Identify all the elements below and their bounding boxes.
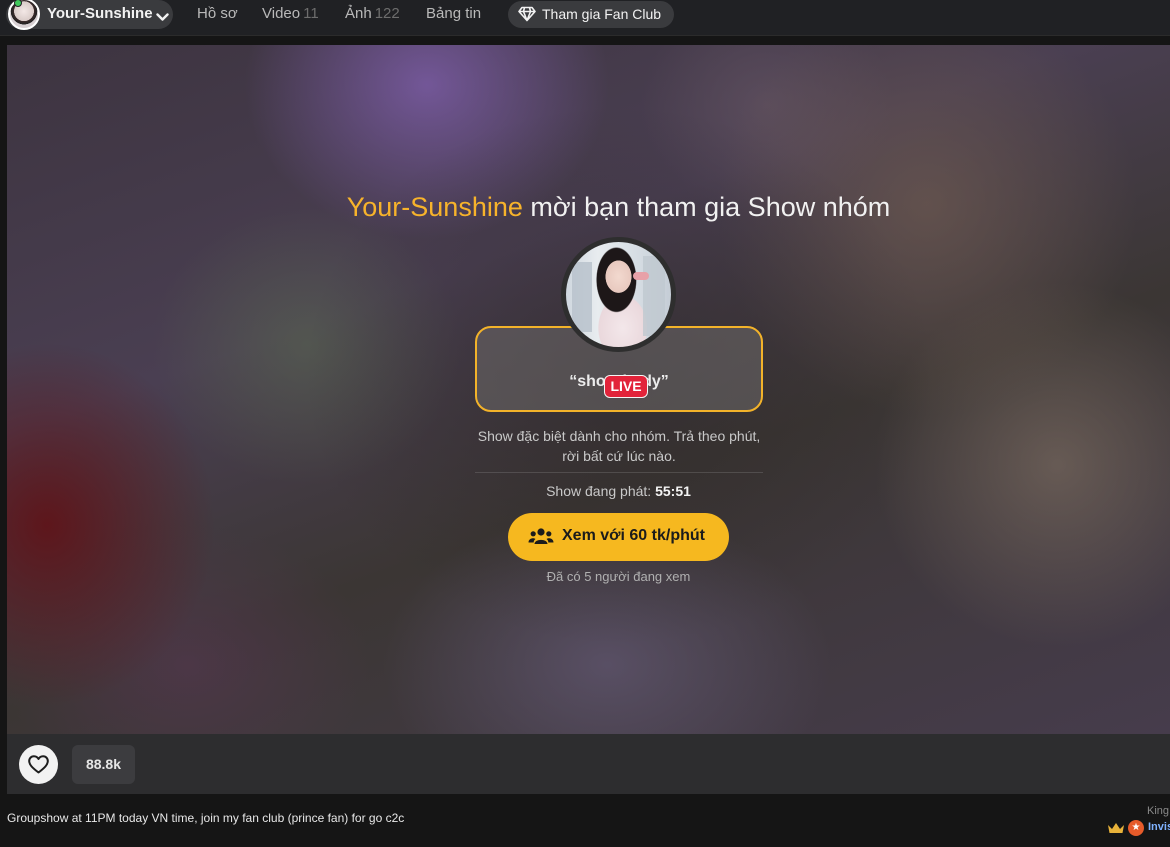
live-badge: LIVE (604, 375, 648, 398)
action-bar: 88.8k (7, 734, 1170, 794)
side-username[interactable]: Invis (1148, 821, 1170, 833)
host-avatar (561, 237, 676, 352)
host-name: Your-Sunshine (346, 192, 523, 222)
top-nav: Your-Sunshine Hồ sơ Video 11 Ảnh 122 Bảng … (0, 0, 1170, 36)
divider (475, 472, 763, 473)
like-count: 88.8k (72, 745, 135, 784)
avatar (8, 0, 40, 30)
star-icon: ★ (1128, 820, 1144, 836)
crown-icon (1107, 821, 1125, 839)
user-menu[interactable]: Your-Sunshine (6, 0, 173, 30)
nav-profile[interactable]: Hồ sơ (197, 5, 238, 22)
video-stage: Your-Sunshine mời bạn tham gia Show nhóm… (7, 45, 1170, 734)
invite-title: Your-Sunshine mời bạn tham gia Show nhóm (346, 192, 891, 222)
nav-photos[interactable]: Ảnh 122 (345, 5, 400, 22)
watch-group-show-button[interactable]: Xem với 60 tk/phút (508, 513, 729, 561)
side-rank-label: King (1147, 805, 1170, 817)
like-button[interactable] (19, 745, 58, 784)
diamond-icon (518, 6, 536, 27)
show-description: Show đặc biệt dành cho nhóm. Trả theo ph… (477, 428, 761, 464)
nav-feed[interactable]: Bảng tin (426, 5, 481, 22)
show-timer: 55:51 (655, 483, 691, 499)
viewer-count-text: Đã có 5 người đang xem (546, 569, 691, 584)
photo-count: 122 (374, 5, 400, 22)
username: Your-Sunshine (47, 5, 153, 22)
chevron-down-icon (156, 9, 169, 27)
join-fanclub-button[interactable]: Tham gia Fan Club (508, 1, 674, 28)
room-topic-message: Groupshow at 11PM today VN time, join my… (7, 811, 405, 825)
show-status: Show đang phát: 55:51 (546, 483, 691, 499)
video-count: 11 (303, 5, 319, 22)
nav-video[interactable]: Video 11 (262, 5, 319, 22)
group-icon (528, 527, 554, 551)
